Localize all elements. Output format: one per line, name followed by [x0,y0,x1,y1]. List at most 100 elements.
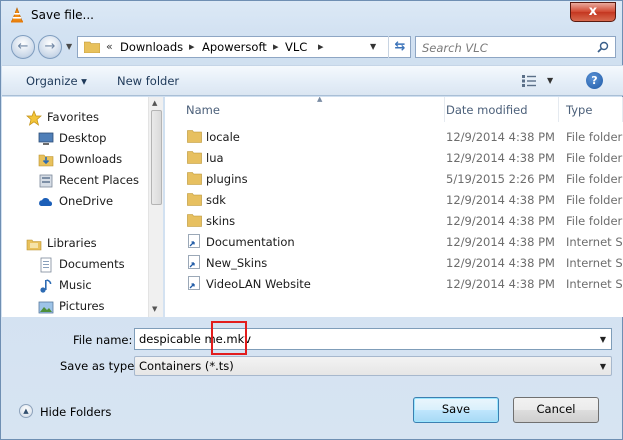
file-name: VideoLAN Website [206,277,311,291]
address-overflow-icon[interactable]: « [106,40,113,53]
file-type: File folder [566,214,623,228]
file-name: locale [206,130,240,144]
view-options-dropdown-icon[interactable]: ▼ [547,76,553,85]
new-folder-button[interactable]: New folder [117,74,179,88]
refresh-icon[interactable]: ⇆ [388,36,411,58]
navigation-pane: Favorites Desktop Downloads Recent Place… [2,97,163,317]
star-icon [26,110,42,126]
sidebar-item-label: Recent Places [59,173,139,187]
close-button[interactable]: x [570,2,616,22]
file-type: File folder [566,193,623,207]
change-view-icon[interactable] [522,75,536,87]
libraries-icon [26,239,42,251]
command-bar: Organize ▾ New folder ▼ ? [2,65,623,96]
breadcrumb-separator[interactable]: ▸ [273,40,279,53]
address-dropdown-icon[interactable]: ▼ [370,42,376,51]
downloads-icon [38,154,54,167]
file-row[interactable]: plugins 5/19/2015 2:26 PM File folder [165,168,623,189]
file-row[interactable]: skins 12/9/2014 4:38 PM File folder [165,210,623,231]
folder-icon [187,172,202,185]
file-row[interactable]: sdk 12/9/2014 4:38 PM File folder [165,189,623,210]
window-title: Save file... [31,8,94,22]
file-type: Internet Sh [566,235,623,249]
desktop-icon [38,132,54,145]
highlight-annotation [211,321,247,355]
scrollbar-thumb[interactable] [151,110,162,205]
internet-shortcut-icon [188,276,200,290]
file-row[interactable]: New_Skins 12/9/2014 4:38 PM Internet Sh [165,252,623,273]
folder-icon [84,41,100,53]
hide-folders-icon[interactable]: ▲ [19,404,33,418]
breadcrumb-downloads[interactable]: Downloads [120,40,183,54]
file-name: New_Skins [206,256,268,270]
save-as-type-select[interactable]: Containers (*.ts) ▼ [134,356,612,376]
sidebar-item-label: Documents [59,257,125,271]
sidebar-item-label: OneDrive [59,194,114,208]
organize-button[interactable]: Organize ▾ [26,74,87,88]
address-bar[interactable]: « Downloads ▸ Apowersoft ▸ VLC ▸ ▼ ⇆ [77,36,411,58]
column-header-type[interactable]: Type [559,97,623,122]
file-type: Internet Sh [566,256,623,270]
sidebar-item-label: Music [59,278,92,292]
cloud-icon [39,197,53,206]
title-bar: Save file... x [1,1,622,29]
breadcrumb-apowersoft[interactable]: Apowersoft [202,40,267,54]
file-row[interactable]: locale 12/9/2014 4:38 PM File folder [165,126,623,147]
file-date: 5/19/2015 2:26 PM [446,172,555,186]
forward-button[interactable]: → [38,35,62,59]
navigation-scrollbar[interactable]: ▲ ▼ [148,97,163,317]
back-button[interactable]: ← [11,35,35,59]
save-as-type-value: Containers (*.ts) [139,359,234,373]
vlc-cone-icon [11,7,23,23]
save-button[interactable]: Save [413,397,499,423]
sidebar-item-label: Pictures [59,299,105,313]
file-type: File folder [566,130,623,144]
file-row[interactable]: VideoLAN Website 12/9/2014 4:38 PM Inter… [165,273,623,294]
scroll-down-icon[interactable]: ▼ [152,305,157,313]
folder-icon [187,214,202,227]
search-box[interactable]: Search VLC [415,36,616,58]
sidebar-item-label: Desktop [59,131,107,145]
recent-places-icon [39,174,53,188]
file-name: skins [206,214,236,228]
internet-shortcut-icon [188,255,200,269]
folder-icon [187,130,202,143]
folder-icon [187,193,202,206]
file-name-dropdown-icon[interactable]: ▼ [600,335,606,344]
search-icon[interactable] [597,41,609,53]
file-date: 12/9/2014 4:38 PM [446,214,555,228]
sidebar-item-label: Libraries [47,236,97,250]
pictures-icon [38,301,54,314]
scroll-up-icon[interactable]: ▲ [152,99,157,107]
documents-icon [40,257,52,273]
file-type: File folder [566,172,623,186]
file-name: sdk [206,193,226,207]
column-header-name[interactable]: Name ▲ [179,97,445,122]
cancel-button[interactable]: Cancel [513,397,599,423]
breadcrumb-separator[interactable]: ▸ [189,40,195,53]
file-name-label: File name: [73,333,133,347]
recent-pages-dropdown-icon[interactable]: ▼ [66,42,72,51]
file-name: lua [206,151,224,165]
file-row[interactable]: Documentation 12/9/2014 4:38 PM Internet… [165,231,623,252]
breadcrumb-separator[interactable]: ▸ [318,40,324,53]
column-header-date-modified[interactable]: Date modified [439,97,559,122]
sort-ascending-icon: ▲ [317,97,323,103]
sidebar-item-label: Favorites [47,110,99,124]
search-placeholder: Search VLC [422,41,488,55]
file-date: 12/9/2014 4:38 PM [446,130,555,144]
file-list: Name ▲ Date modified Type locale 12/9/20… [165,97,623,317]
file-name-input[interactable]: despicable me.mkv ▼ [134,328,612,350]
file-type: File folder [566,151,623,165]
breadcrumb-vlc[interactable]: VLC [285,40,307,54]
file-date: 12/9/2014 4:38 PM [446,151,555,165]
help-icon[interactable]: ? [586,72,603,89]
file-date: 12/9/2014 4:38 PM [446,235,555,249]
internet-shortcut-icon [188,234,200,248]
save-as-type-dropdown-icon[interactable]: ▼ [600,362,606,371]
music-icon [40,279,52,293]
hide-folders-button[interactable]: Hide Folders [40,405,111,419]
save-file-dialog: Save file... x ← → ▼ « Downloads ▸ Apowe… [0,0,623,440]
file-date: 12/9/2014 4:38 PM [446,277,555,291]
file-row[interactable]: lua 12/9/2014 4:38 PM File folder [165,147,623,168]
